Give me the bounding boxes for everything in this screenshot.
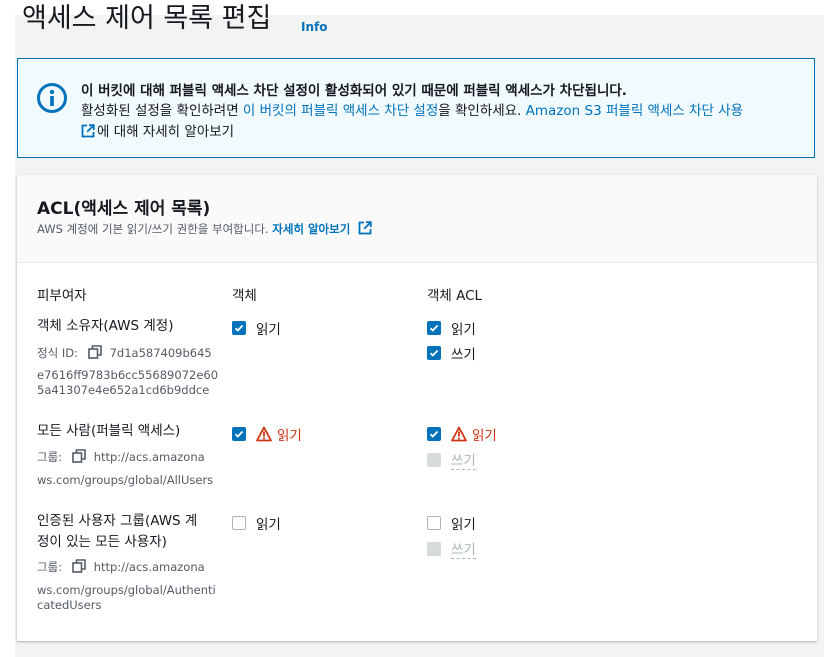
- owner-object-read[interactable]: 읽기: [232, 318, 281, 338]
- authenticated-acl-write: 쓰기: [427, 538, 476, 559]
- alert-message: 활성화된 설정을 확인하려면 이 버킷의 퍼블릭 액세스 차단 설정을 확인하세…: [81, 99, 743, 119]
- owner-acl-read-checkbox[interactable]: [427, 321, 441, 335]
- group-label: 그룹:: [37, 560, 63, 574]
- group-uri-value: http://acs.amazona: [93, 450, 205, 464]
- alert-text-after: 에 대해 자세히 알아보기: [97, 124, 235, 140]
- canonical-id-value: 7d1a587409b645: [109, 346, 212, 360]
- alert-message-continued: 에 대해 자세히 알아보기: [81, 120, 234, 140]
- acl-description-text: AWS 계정에 기본 읽기/쓰기 권한을 부여합니다.: [37, 222, 273, 236]
- group-uri-value-line-3: catedUsers: [37, 598, 102, 612]
- everyone-acl-read-label: 읽기: [472, 428, 497, 444]
- column-header-grantee: 피부여자: [37, 288, 87, 304]
- copy-icon[interactable]: [71, 559, 86, 573]
- grantee-authenticated-users-line-1: 인증된 사용자 그룹(AWS 계: [37, 513, 198, 529]
- canonical-id-value-line-3: 5a41307e4e652a1cd6b9ddce: [37, 383, 210, 397]
- public-access-blocked-alert: 이 버킷에 대해 퍼블릭 액세스 차단 설정이 활성화되어 있기 때문에 퍼블릭…: [17, 58, 815, 158]
- alert-text-before: 활성화된 설정을 확인하려면: [81, 103, 243, 119]
- canonical-id-label: 정식 ID:: [37, 346, 78, 360]
- grantee-authenticated-users: 인증된 사용자 그룹(AWS 계 정이 있는 모든 사용자): [37, 511, 197, 553]
- info-icon: [37, 83, 67, 113]
- grantee-object-owner: 객체 소유자(AWS 계정): [37, 318, 174, 334]
- everyone-acl-write-checkbox: [427, 452, 441, 467]
- authenticated-acl-write-checkbox: [427, 541, 441, 556]
- copy-icon[interactable]: [71, 449, 86, 463]
- owner-acl-read-label: 읽기: [451, 322, 476, 338]
- grantee-authenticated-users-line-2: 정이 있는 모든 사용자): [37, 534, 167, 550]
- authenticated-acl-read[interactable]: 읽기: [427, 513, 476, 533]
- owner-object-read-label: 읽기: [256, 322, 281, 338]
- alert-title: 이 버킷에 대해 퍼블릭 액세스 차단 설정이 활성화되어 있기 때문에 퍼블릭…: [81, 83, 627, 99]
- warning-icon: [256, 426, 272, 442]
- page-title: 액세스 제어 목록 편집: [22, 3, 272, 34]
- warning-icon: [451, 426, 467, 442]
- external-link-icon[interactable]: [358, 221, 372, 235]
- everyone-acl-read-checkbox[interactable]: [427, 427, 441, 441]
- group-uri-value: http://acs.amazona: [93, 560, 205, 574]
- owner-acl-write-checkbox[interactable]: [427, 346, 441, 360]
- group-uri-value-line-2: ws.com/groups/global/AllUsers: [37, 473, 214, 487]
- authenticated-acl-read-label: 읽기: [451, 517, 476, 533]
- learn-more-link[interactable]: 자세히 알아보기: [272, 222, 350, 236]
- grantee-everyone: 모든 사람(퍼블릭 액세스): [37, 423, 181, 439]
- everyone-acl-write-label: 쓰기: [451, 449, 476, 470]
- everyone-object-read-label: 읽기: [277, 428, 302, 444]
- owner-acl-read[interactable]: 읽기: [427, 318, 476, 338]
- block-public-access-settings-link[interactable]: 이 버킷의 퍼블릭 액세스 차단 설정: [243, 103, 438, 119]
- acl-title: ACL(액세스 제어 목록): [37, 199, 211, 219]
- external-link-icon[interactable]: [81, 124, 95, 138]
- alert-text-middle: 을 확인하세요.: [438, 103, 526, 119]
- acl-panel: ACL(액세스 제어 목록) AWS 계정에 기본 읽기/쓰기 권한을 부여합니…: [17, 175, 817, 641]
- authenticated-object-read-label: 읽기: [256, 517, 281, 533]
- group-uri: 그룹: http://acs.amazona: [37, 447, 205, 467]
- owner-acl-write[interactable]: 쓰기: [427, 343, 476, 363]
- column-header-object: 객체: [232, 288, 257, 304]
- everyone-object-read-checkbox[interactable]: [232, 427, 246, 441]
- copy-icon[interactable]: [87, 345, 102, 359]
- authenticated-object-read[interactable]: 읽기: [232, 513, 281, 533]
- group-uri: 그룹: http://acs.amazona: [37, 557, 205, 577]
- acl-panel-header: ACL(액세스 제어 목록) AWS 계정에 기본 읽기/쓰기 권한을 부여합니…: [17, 175, 817, 263]
- everyone-acl-read[interactable]: 읽기: [427, 424, 497, 444]
- owner-acl-write-label: 쓰기: [451, 347, 476, 363]
- authenticated-acl-write-label: 쓰기: [451, 538, 476, 559]
- group-label: 그룹:: [37, 450, 63, 464]
- info-link[interactable]: Info: [301, 20, 327, 34]
- authenticated-object-read-checkbox[interactable]: [232, 516, 246, 530]
- acl-description: AWS 계정에 기본 읽기/쓰기 권한을 부여합니다. 자세히 알아보기: [37, 221, 374, 237]
- authenticated-acl-read-checkbox[interactable]: [427, 516, 441, 530]
- everyone-object-read[interactable]: 읽기: [232, 424, 302, 444]
- owner-object-read-checkbox[interactable]: [232, 321, 246, 335]
- column-header-object-acl: 객체 ACL: [427, 288, 483, 304]
- learn-block-public-access-link[interactable]: Amazon S3 퍼블릭 액세스 차단 사용: [526, 103, 743, 119]
- everyone-acl-write: 쓰기: [427, 449, 476, 470]
- canonical-id: 정식 ID: 7d1a587409b645: [37, 343, 212, 363]
